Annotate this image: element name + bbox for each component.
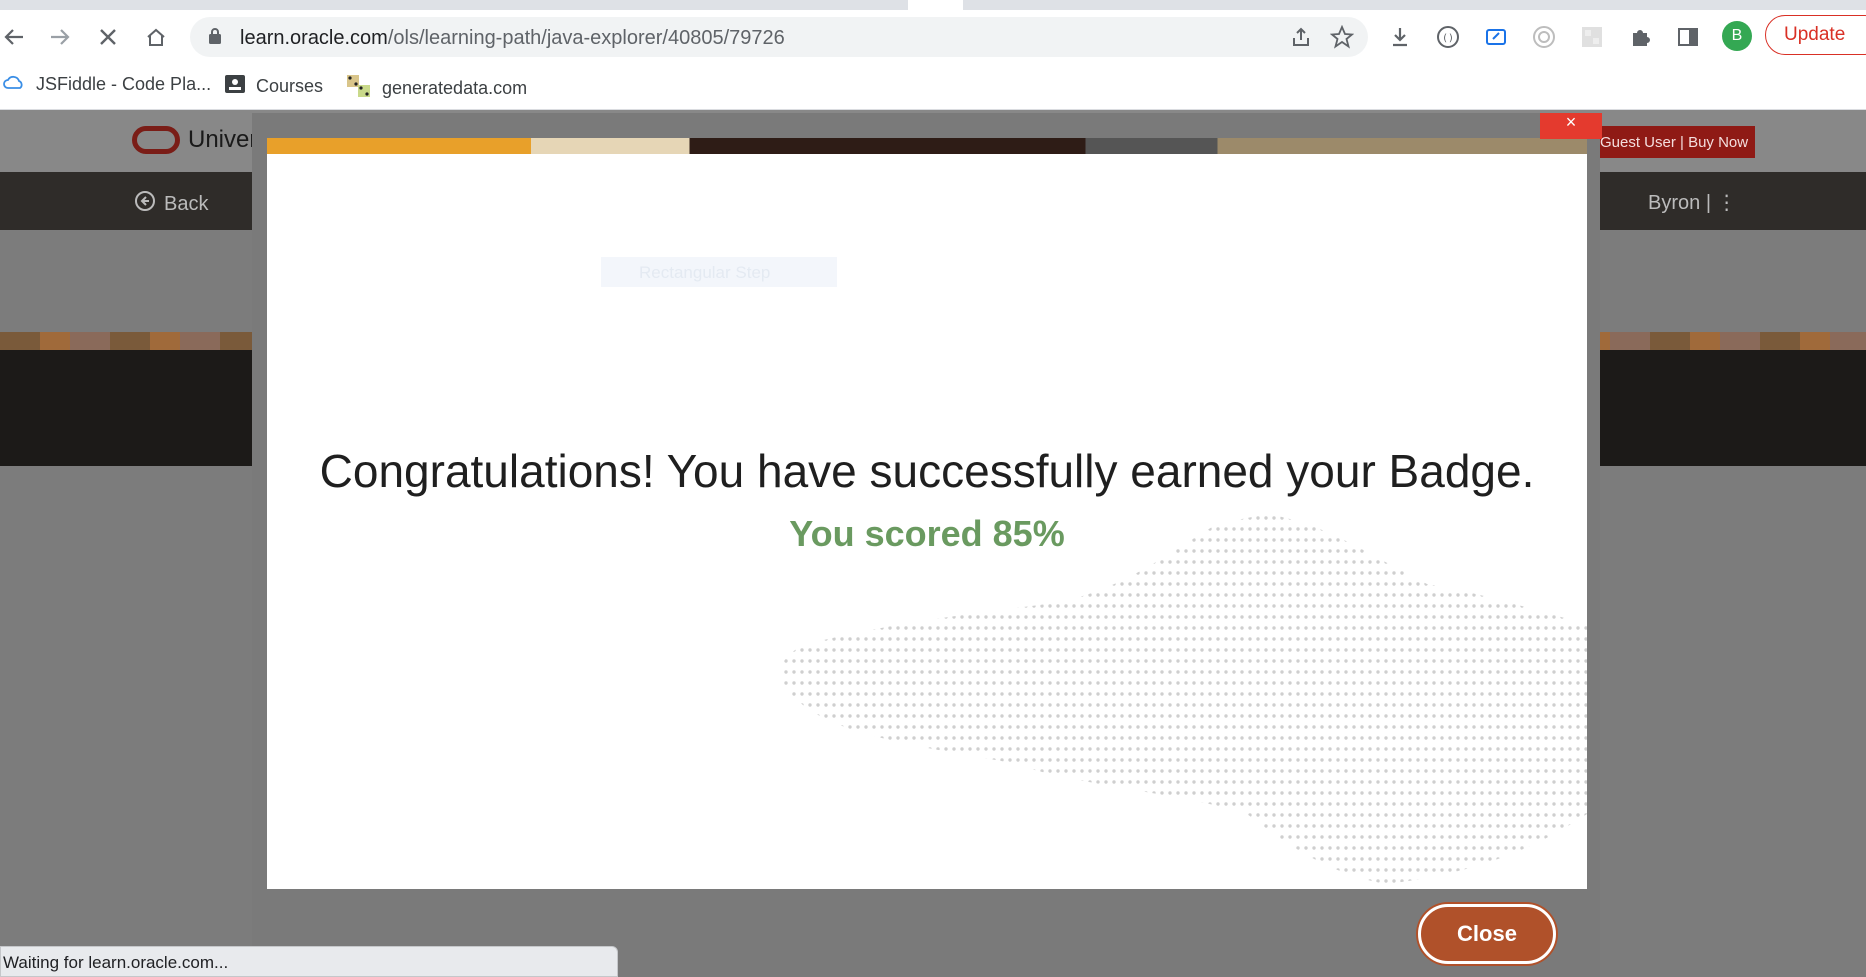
guest-buy-now-button[interactable]: Guest User | Buy Now (1580, 126, 1755, 158)
back-circle-icon (134, 190, 156, 218)
user-menu[interactable]: Byron | ⋮ (1648, 190, 1737, 215)
oracle-ring-icon (132, 126, 180, 154)
address-bar[interactable]: learn.oracle.com/ols/learning-path/java-… (190, 17, 1368, 57)
badge-modal: Rectangular Step Congratulations! You ha… (267, 154, 1587, 889)
extension-grid-icon[interactable] (1578, 23, 1606, 51)
bookmark-star-icon[interactable] (1329, 24, 1355, 54)
side-panel-icon[interactable] (1674, 23, 1702, 51)
browser-status-bar: Waiting for learn.oracle.com... (0, 946, 618, 977)
browser-toolbar: learn.oracle.com/ols/learning-path/java-… (0, 10, 1866, 62)
extension-window-icon[interactable] (1482, 23, 1510, 51)
ghost-step-label: Rectangular Step (601, 257, 837, 287)
courses-icon (224, 74, 246, 99)
update-button[interactable]: Update (1765, 15, 1866, 55)
kebab-menu-icon[interactable]: ⋮ (1717, 192, 1737, 214)
profile-avatar[interactable]: B (1722, 21, 1752, 51)
bookmark-courses[interactable]: Courses (224, 74, 323, 99)
back-link[interactable]: Back (134, 190, 208, 218)
stop-loading-icon[interactable] (94, 23, 122, 51)
svg-text:(): () (1442, 33, 1454, 44)
extension-braces-icon[interactable]: () (1434, 23, 1462, 51)
download-icon[interactable] (1386, 23, 1414, 51)
score-text: You scored 85% (789, 513, 1065, 554)
extensions-puzzle-icon[interactable] (1626, 23, 1654, 51)
url-text: learn.oracle.com/ols/learning-path/java-… (240, 27, 785, 49)
extension-target-icon[interactable] (1530, 23, 1558, 51)
dotted-map-decoration (781, 514, 1587, 884)
modal-close-x-button[interactable]: × (1540, 113, 1602, 139)
active-tab[interactable] (908, 0, 963, 10)
lock-icon[interactable] (208, 27, 222, 50)
bookmark-jsfiddle[interactable]: JSFiddle - Code Pla... (2, 74, 211, 95)
share-icon[interactable] (1290, 26, 1312, 53)
modal-banner-art (267, 138, 1587, 154)
tab-strip (0, 0, 1866, 10)
back-arrow-icon[interactable] (0, 23, 28, 51)
forward-arrow-icon[interactable] (46, 23, 74, 51)
dice-icon (346, 74, 372, 103)
cloud-icon (2, 74, 26, 95)
home-icon[interactable] (142, 23, 170, 51)
bookmark-generatedata[interactable]: generatedata.com (346, 74, 527, 103)
close-button[interactable]: Close (1418, 904, 1556, 964)
site-logo[interactable]: Univer (132, 126, 257, 154)
congratulations-heading: Congratulations! You have successfully e… (319, 445, 1535, 497)
bookmarks-bar: JSFiddle - Code Pla... Courses generated… (0, 62, 1866, 110)
